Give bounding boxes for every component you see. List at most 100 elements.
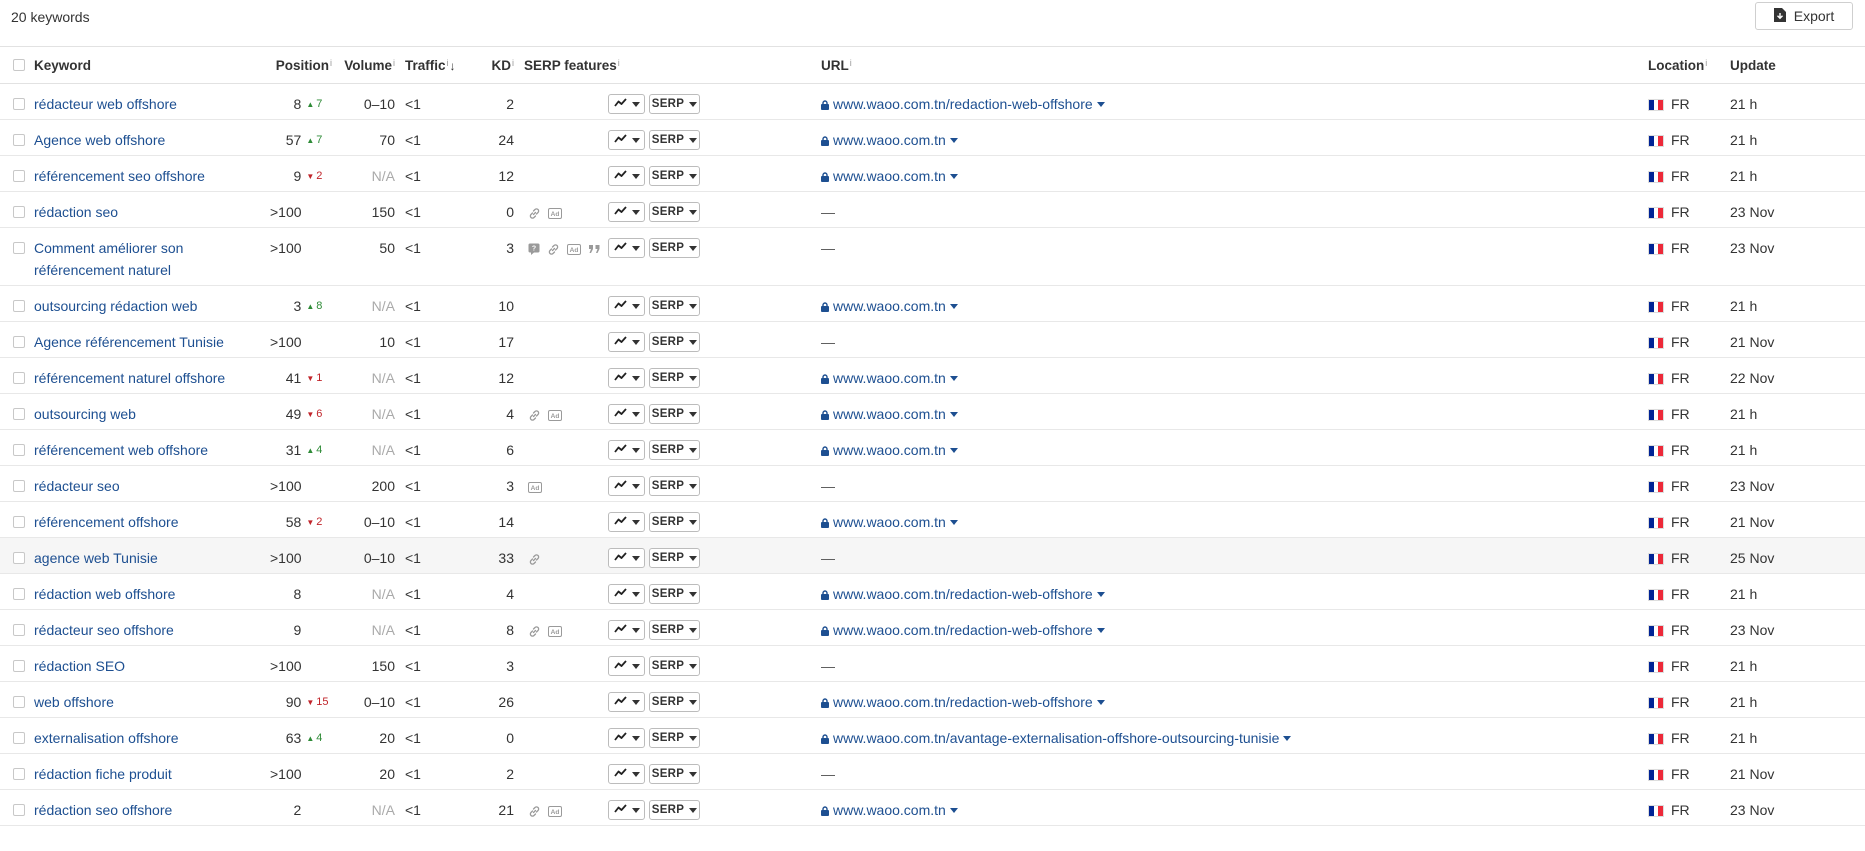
chevron-down-icon[interactable]	[949, 448, 958, 453]
row-checkbox[interactable]	[13, 804, 25, 816]
keyword-link[interactable]: référencement web offshore	[34, 442, 208, 458]
ranking-url-link[interactable]: www.waoo.com.tn	[833, 298, 946, 314]
row-checkbox[interactable]	[13, 300, 25, 312]
keyword-link[interactable]: rédacteur seo offshore	[34, 622, 174, 638]
chevron-down-icon[interactable]	[949, 412, 958, 417]
serp-button[interactable]: SERP	[649, 656, 700, 677]
keyword-link[interactable]: Agence web offshore	[34, 132, 165, 148]
row-checkbox[interactable]	[13, 732, 25, 744]
col-location[interactable]: Locationi	[1648, 47, 1730, 84]
row-checkbox[interactable]	[13, 660, 25, 672]
position-history-button[interactable]	[608, 764, 645, 785]
row-checkbox[interactable]	[13, 768, 25, 780]
serp-button[interactable]: SERP	[649, 404, 700, 425]
keyword-link[interactable]: externalisation offshore	[34, 730, 179, 746]
serp-button[interactable]: SERP	[649, 476, 700, 497]
chevron-down-icon[interactable]	[1283, 736, 1292, 741]
position-history-button[interactable]	[608, 296, 645, 317]
serp-button[interactable]: SERP	[649, 620, 700, 641]
serp-button[interactable]: SERP	[649, 238, 700, 259]
col-kd[interactable]: KDi	[470, 47, 515, 84]
ranking-url-link[interactable]: www.waoo.com.tn	[833, 442, 946, 458]
ranking-url-link[interactable]: www.waoo.com.tn/redaction-web-offshore	[833, 586, 1093, 602]
row-checkbox[interactable]	[13, 206, 25, 218]
keyword-link[interactable]: Comment améliorer son référencement natu…	[34, 240, 183, 278]
serp-button[interactable]: SERP	[649, 368, 700, 389]
position-history-button[interactable]	[608, 728, 645, 749]
keyword-link[interactable]: référencement seo offshore	[34, 168, 205, 184]
row-checkbox[interactable]	[13, 242, 25, 254]
col-traffic[interactable]: Traffici↓	[395, 47, 470, 84]
row-checkbox[interactable]	[13, 98, 25, 110]
row-checkbox[interactable]	[13, 134, 25, 146]
serp-button[interactable]: SERP	[649, 202, 700, 223]
keyword-link[interactable]: rédaction web offshore	[34, 586, 175, 602]
keyword-link[interactable]: rédaction seo offshore	[34, 802, 172, 818]
serp-button[interactable]: SERP	[649, 130, 700, 151]
position-history-button[interactable]	[608, 692, 645, 713]
col-url[interactable]: URLi	[813, 47, 1648, 84]
col-serp-features[interactable]: SERP featuresi	[514, 47, 620, 84]
serp-button[interactable]: SERP	[649, 692, 700, 713]
row-checkbox[interactable]	[13, 444, 25, 456]
keyword-link[interactable]: agence web Tunisie	[34, 550, 158, 566]
position-history-button[interactable]	[608, 548, 645, 569]
serp-button[interactable]: SERP	[649, 440, 700, 461]
position-history-button[interactable]	[608, 584, 645, 605]
ranking-url-link[interactable]: www.waoo.com.tn	[833, 406, 946, 422]
chevron-down-icon[interactable]	[1096, 700, 1105, 705]
position-history-button[interactable]	[608, 130, 645, 151]
keyword-link[interactable]: Agence référencement Tunisie	[34, 334, 224, 350]
chevron-down-icon[interactable]	[949, 808, 958, 813]
ranking-url-link[interactable]: www.waoo.com.tn	[833, 370, 946, 386]
position-history-button[interactable]	[608, 202, 645, 223]
position-history-button[interactable]	[608, 404, 645, 425]
position-history-button[interactable]	[608, 166, 645, 187]
keyword-link[interactable]: outsourcing rédaction web	[34, 298, 197, 314]
col-update[interactable]: Update	[1730, 47, 1865, 84]
keyword-link[interactable]: rédacteur web offshore	[34, 96, 177, 112]
row-checkbox[interactable]	[13, 372, 25, 384]
row-checkbox[interactable]	[13, 336, 25, 348]
ranking-url-link[interactable]: www.waoo.com.tn/redaction-web-offshore	[833, 694, 1093, 710]
ranking-url-link[interactable]: www.waoo.com.tn	[833, 514, 946, 530]
position-history-button[interactable]	[608, 332, 645, 353]
row-checkbox[interactable]	[13, 588, 25, 600]
position-history-button[interactable]	[608, 476, 645, 497]
chevron-down-icon[interactable]	[949, 376, 958, 381]
keyword-link[interactable]: rédaction SEO	[34, 658, 125, 674]
ranking-url-link[interactable]: www.waoo.com.tn/avantage-externalisation…	[833, 730, 1279, 746]
position-history-button[interactable]	[608, 620, 645, 641]
col-position[interactable]: Positioni	[270, 47, 332, 84]
keyword-link[interactable]: web offshore	[34, 694, 114, 710]
keyword-link[interactable]: rédaction fiche produit	[34, 766, 172, 782]
keyword-link[interactable]: référencement naturel offshore	[34, 370, 225, 386]
position-history-button[interactable]	[608, 656, 645, 677]
row-checkbox[interactable]	[13, 480, 25, 492]
export-button[interactable]: Export	[1755, 2, 1853, 30]
chevron-down-icon[interactable]	[949, 138, 958, 143]
ranking-url-link[interactable]: www.waoo.com.tn	[833, 168, 946, 184]
select-all-checkbox[interactable]	[13, 59, 25, 71]
ranking-url-link[interactable]: www.waoo.com.tn/redaction-web-offshore	[833, 622, 1093, 638]
row-checkbox[interactable]	[13, 408, 25, 420]
position-history-button[interactable]	[608, 238, 645, 259]
keyword-link[interactable]: rédaction seo	[34, 204, 118, 220]
ranking-url-link[interactable]: www.waoo.com.tn	[833, 132, 946, 148]
keyword-link[interactable]: outsourcing web	[34, 406, 136, 422]
keyword-link[interactable]: rédacteur seo	[34, 478, 120, 494]
serp-button[interactable]: SERP	[649, 94, 700, 115]
position-history-button[interactable]	[608, 512, 645, 533]
position-history-button[interactable]	[608, 94, 645, 115]
position-history-button[interactable]	[608, 440, 645, 461]
position-history-button[interactable]	[608, 368, 645, 389]
chevron-down-icon[interactable]	[1096, 102, 1105, 107]
col-volume[interactable]: Volumei	[332, 47, 395, 84]
chevron-down-icon[interactable]	[949, 174, 958, 179]
serp-button[interactable]: SERP	[649, 548, 700, 569]
row-checkbox[interactable]	[13, 696, 25, 708]
row-checkbox[interactable]	[13, 552, 25, 564]
ranking-url-link[interactable]: www.waoo.com.tn	[833, 802, 946, 818]
serp-button[interactable]: SERP	[649, 764, 700, 785]
chevron-down-icon[interactable]	[949, 520, 958, 525]
